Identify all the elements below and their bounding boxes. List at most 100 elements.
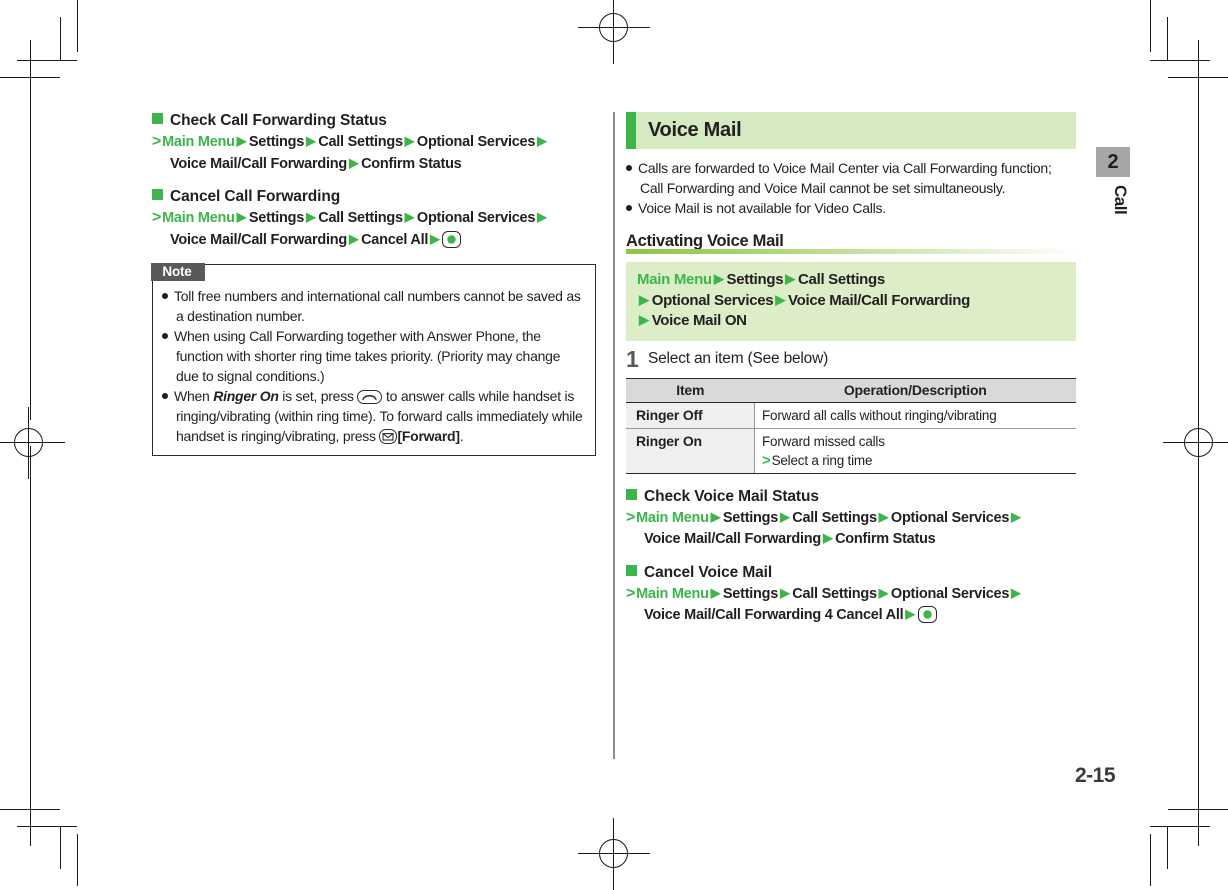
menu-path-line-3: ▶ Voice Mail ON <box>637 311 1066 332</box>
path-token-settings: Settings <box>726 271 784 288</box>
intro-item-text: Voice Mail is not available for Video Ca… <box>638 200 886 216</box>
arrow-icon: ▶ <box>780 509 790 524</box>
arrow-icon: ▶ <box>713 271 724 286</box>
path-prefix-icon: > <box>626 508 636 526</box>
green-square-icon <box>626 488 637 500</box>
note-list: Toll free numbers and international call… <box>153 286 595 446</box>
arrow-icon: ▶ <box>822 531 833 545</box>
path-token-call-settings: Call Settings <box>798 271 885 288</box>
path-token-main-menu: Main Menu <box>637 271 712 288</box>
table-cell-sub-step-text: Select a ring time <box>771 452 873 468</box>
items-table: Item Operation/Description Ringer Off Fo… <box>626 377 1076 474</box>
table-cell-sub-step: >Select a ring time <box>762 451 1072 470</box>
center-select-key-icon <box>442 230 462 248</box>
section-heading-label: Check Voice Mail Status <box>644 487 819 505</box>
bullet-icon <box>162 333 168 339</box>
operation-path-line-2: Voice Mail/Call Forwarding ▶ Confirm Statu… <box>626 530 1076 550</box>
arrow-icon: ▶ <box>537 210 547 224</box>
table-header-item: Item <box>626 377 755 403</box>
section-heading-label: Cancel Call Forwarding <box>170 188 341 205</box>
arrow-icon: ▶ <box>306 134 316 148</box>
path-token-optional-services: Optional Services <box>890 509 1010 526</box>
menu-path-line-2: ▶ Optional Services ▶ Voice Mail/Call Forwa… <box>637 291 1066 312</box>
table-cell-description-text: Forward missed calls <box>762 433 885 449</box>
arrow-icon: ▶ <box>404 134 415 148</box>
chapter-label: Call <box>1111 185 1130 215</box>
arrow-icon: ▶ <box>348 155 359 170</box>
arrow-icon: ▶ <box>710 509 721 524</box>
arrow-icon: ▶ <box>1011 509 1021 524</box>
path-token-call-settings: Call Settings <box>318 210 403 226</box>
path-token-voice-mail-call-forwarding: Voice Mail/Call Forwarding <box>170 231 347 248</box>
arrow-icon: ▶ <box>639 291 649 307</box>
path-token-settings: Settings <box>248 134 305 150</box>
table-cell-description: Forward all calls without ringing/vibrat… <box>754 402 1076 429</box>
note-label: Note <box>151 263 205 282</box>
mail-key-icon <box>379 429 398 444</box>
green-square-icon <box>152 113 163 124</box>
bullet-icon <box>626 165 632 171</box>
path-token-optional-services: Optional Services <box>416 210 536 226</box>
page-content: Check Call Forwarding Status >Main Menu ▶… <box>0 0 1228 886</box>
operation-path-line-2: Voice Mail/Call Forwarding ▶ Confirm Statu… <box>152 155 596 175</box>
send-call-key-icon <box>357 390 383 404</box>
section-heading-label: Cancel Voice Mail <box>644 563 773 581</box>
intro-item-text: Calls are forwarded to Voice Mail Center… <box>638 160 1052 196</box>
note-item-text: When using Call Forwarding together with… <box>174 328 561 384</box>
path-token-voice-mail-call-forwarding: Voice Mail/Call Forwarding <box>170 155 347 172</box>
arrow-icon: ▶ <box>306 210 316 224</box>
arrow-icon: ▶ <box>710 585 721 600</box>
section-heading: Check Call Forwarding Status <box>152 112 596 130</box>
arrow-icon: ▶ <box>878 509 889 524</box>
title-accent-bar <box>626 112 636 149</box>
note-item: When Ringer On is set, press to answer c… <box>162 386 585 446</box>
path-token-settings: Settings <box>248 210 305 226</box>
path-prefix-icon: > <box>762 451 771 469</box>
left-column: Check Call Forwarding Status >Main Menu ▶… <box>151 112 596 456</box>
path-token-settings: Settings <box>722 509 779 526</box>
sub-heading-label: Activating Voice Mail <box>626 232 784 250</box>
bullet-icon <box>626 205 632 211</box>
arrow-icon: ▶ <box>236 134 247 148</box>
section-check-voice-mail-status: Check Voice Mail Status >Main Menu ▶ Setti… <box>626 488 1076 550</box>
right-column: Voice Mail Calls are forwarded to Voice … <box>626 112 1076 640</box>
path-token-optional-services: Optional Services <box>416 134 536 150</box>
section-title-label: Voice Mail <box>648 119 742 141</box>
section-cancel-call-forwarding: Cancel Call Forwarding >Main Menu ▶ Settin… <box>152 188 596 250</box>
path-token-main-menu: Main Menu <box>636 585 709 602</box>
path-prefix-icon: > <box>152 209 162 226</box>
arrow-icon: ▶ <box>430 231 440 246</box>
path-prefix-icon: > <box>152 133 162 150</box>
path-token-main-menu: Main Menu <box>162 210 235 226</box>
table-header-row: Item Operation/Description <box>626 377 1076 403</box>
operation-path-line-1: >Main Menu ▶ Settings ▶ Call Settings ▶ Option… <box>626 508 1076 529</box>
arrow-icon: ▶ <box>780 585 790 600</box>
table-cell-description: Forward missed calls >Select a ring time <box>754 428 1076 474</box>
arrow-icon: ▶ <box>639 312 649 327</box>
path-token-call-settings: Call Settings <box>318 134 403 150</box>
arrow-icon: ▶ <box>236 210 247 224</box>
arrow-icon: ▶ <box>785 271 795 286</box>
path-token-main-menu: Main Menu <box>162 134 235 150</box>
note-item-end: . <box>459 428 464 444</box>
section-heading-label: Check Call Forwarding Status <box>170 112 387 129</box>
section-heading: Cancel Call Forwarding <box>152 188 596 206</box>
intro-item: Voice Mail is not available for Video Ca… <box>626 198 1076 218</box>
intro-list: Calls are forwarded to Voice Mail Center… <box>626 158 1076 218</box>
section-title-voice-mail: Voice Mail <box>626 112 1076 149</box>
note-item-emphasis: Ringer On <box>213 388 279 404</box>
table-row: Ringer On Forward missed calls >Select a… <box>626 428 1076 474</box>
operation-path-line-1: >Main Menu ▶ Settings ▶ Call Settings ▶ Option… <box>626 584 1076 605</box>
arrow-icon: ▶ <box>537 134 547 148</box>
path-token-voice-mail-on: Voice Mail ON <box>651 312 747 329</box>
note-item-mid1: is set, press <box>278 388 358 404</box>
table-cell-item: Ringer Off <box>626 402 755 429</box>
path-token-main-menu: Main Menu <box>636 509 709 526</box>
path-token-optional-services: Optional Services <box>651 291 774 309</box>
center-select-key-icon <box>917 606 937 623</box>
chapter-tab: 2 Call <box>1096 147 1130 214</box>
path-token-settings: Settings <box>722 585 779 602</box>
green-square-icon <box>626 564 637 576</box>
note-item-text: Toll free numbers and international call… <box>174 288 581 324</box>
note-item-bracket: [Forward] <box>397 428 460 444</box>
